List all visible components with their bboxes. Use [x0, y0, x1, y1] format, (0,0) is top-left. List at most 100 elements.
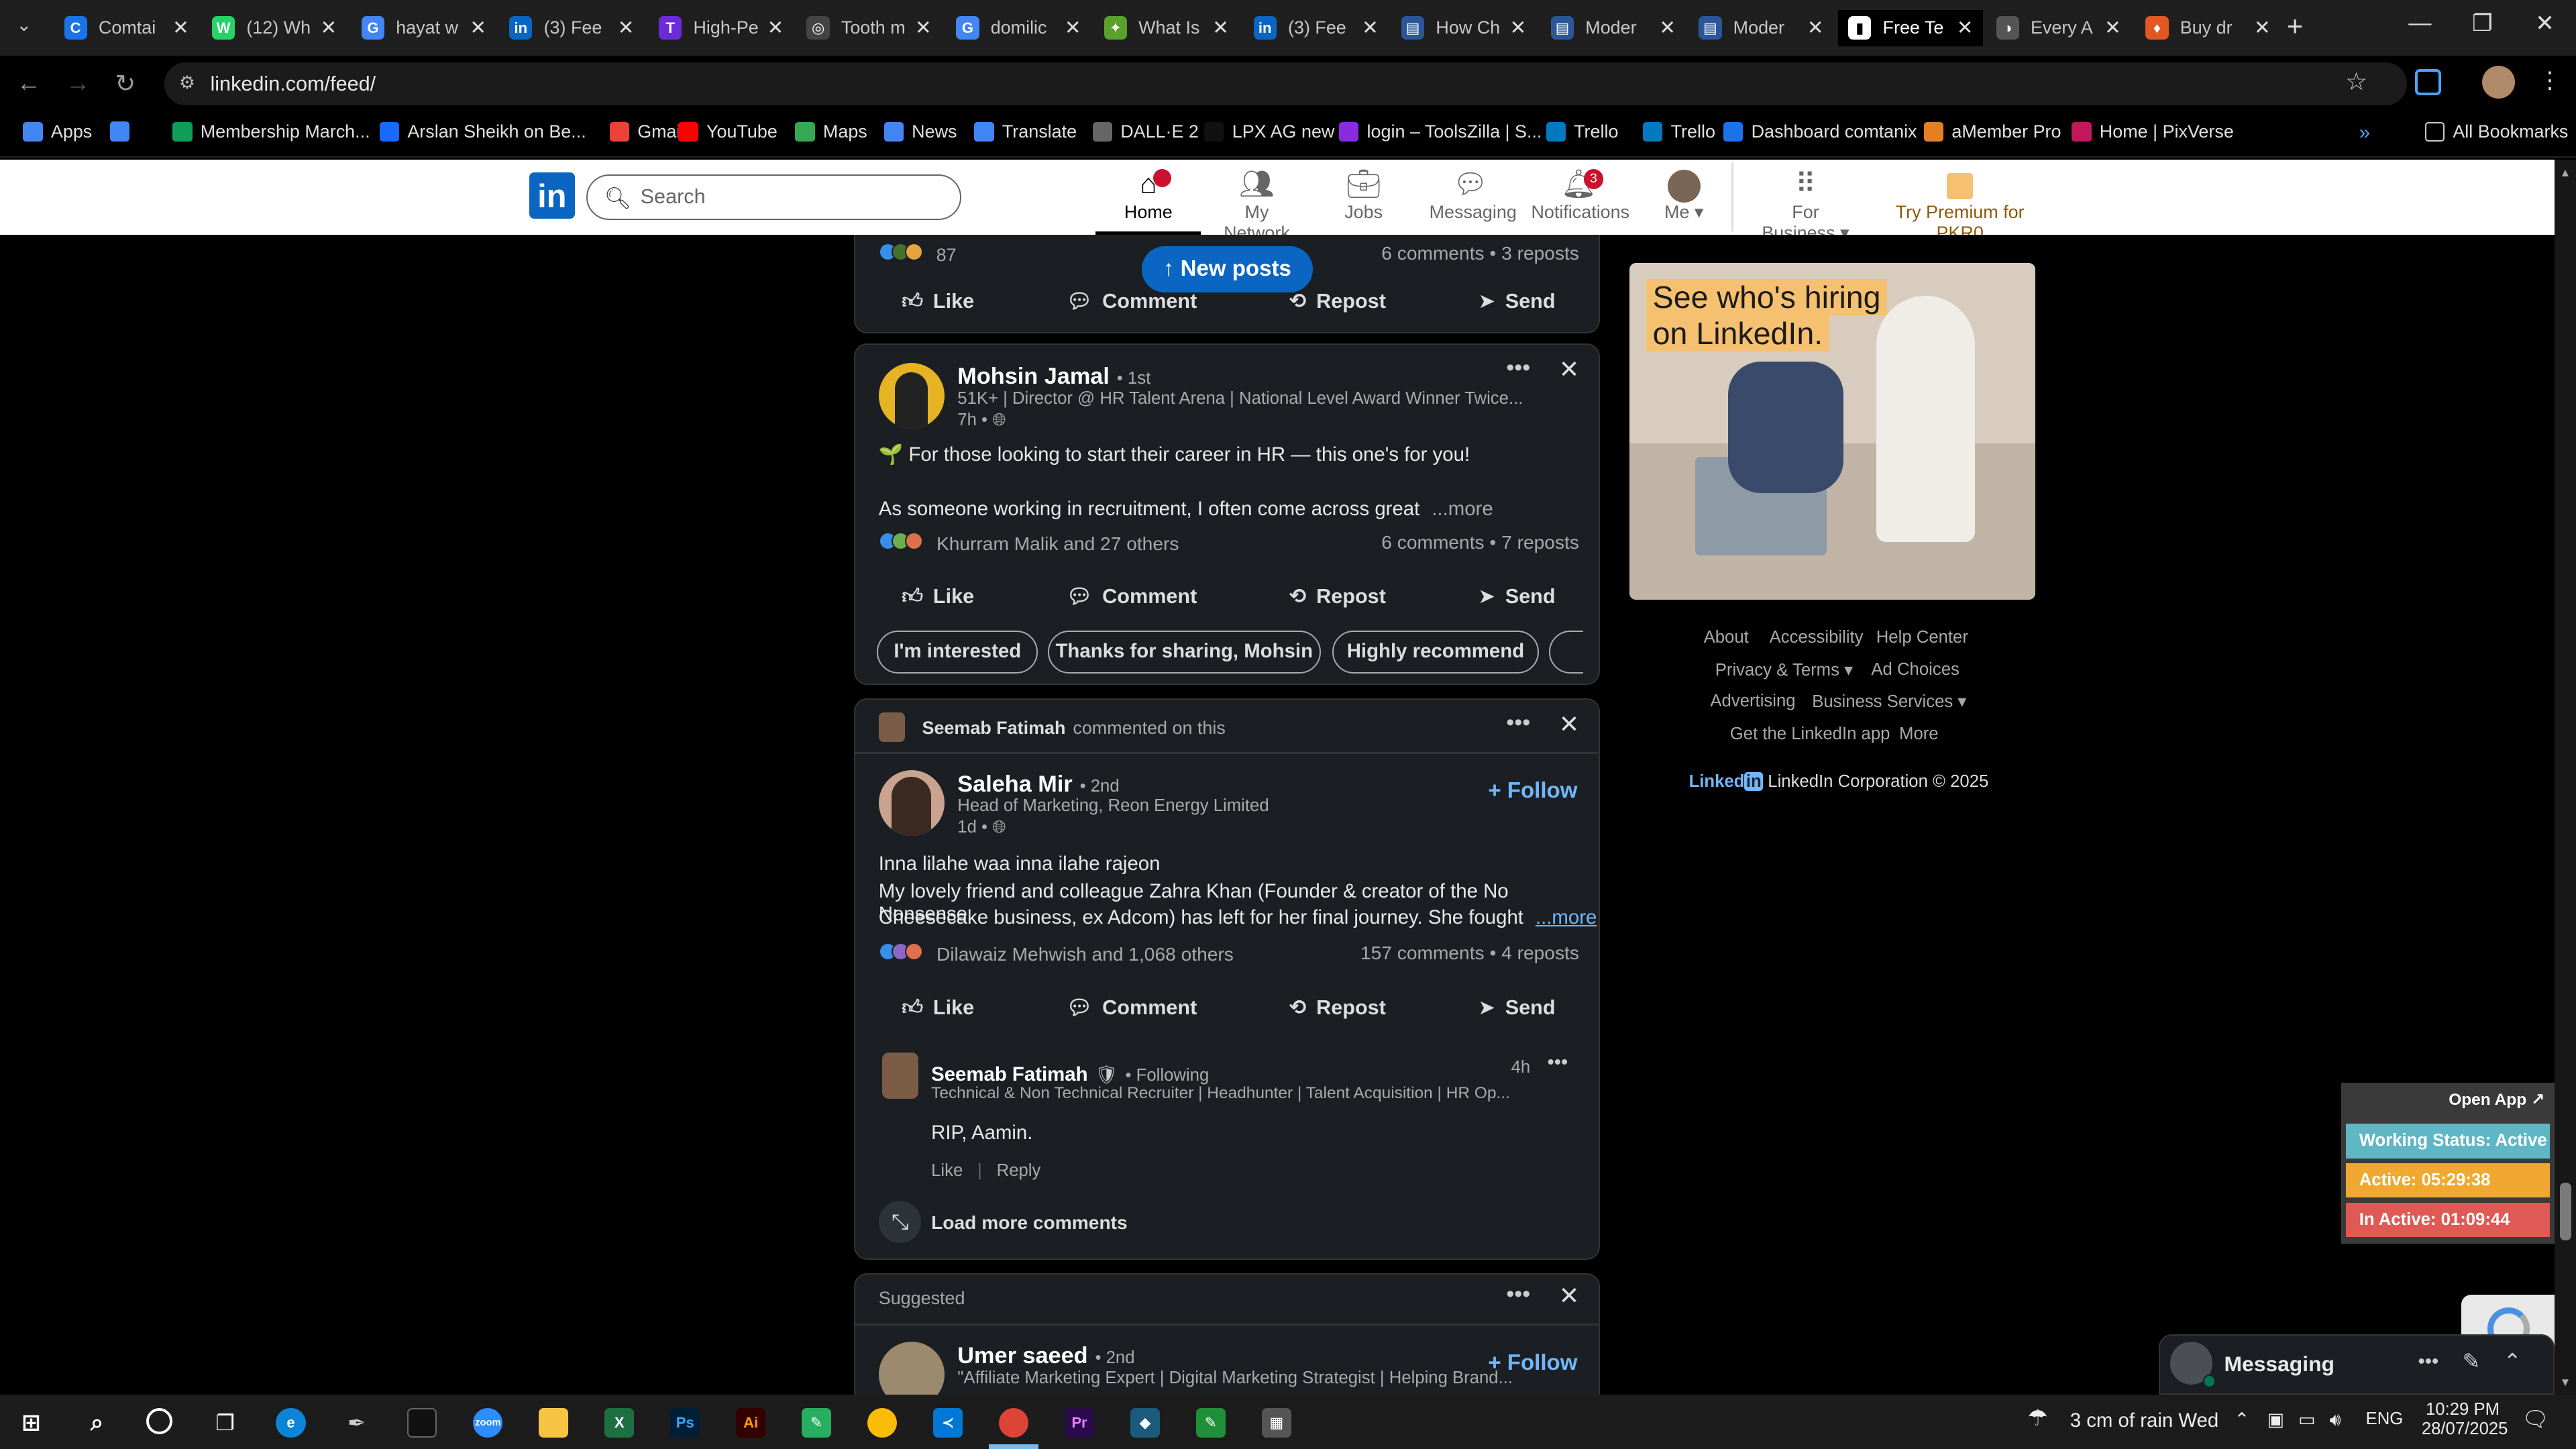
footer-link[interactable]: Get the LinkedIn app	[1730, 724, 1890, 744]
calculator-icon[interactable]: ▦	[1261, 1407, 1291, 1438]
reply-chip[interactable]: Thanks for sharing, Mohsin	[1047, 630, 1321, 674]
bookmark-item[interactable]	[110, 121, 138, 142]
browser-menu-icon[interactable]: ⋮	[2538, 67, 2561, 94]
send-button[interactable]: ➤ Send	[1478, 996, 1555, 1020]
weather-text[interactable]: 3 cm of rain Wed	[2070, 1409, 2219, 1432]
chrome-icon[interactable]	[867, 1407, 898, 1438]
bookmark-item[interactable]: aMember Pro	[1923, 121, 2061, 142]
address-bar[interactable]: ⚙ linkedin.com/feed/ ☆	[164, 62, 2407, 105]
context-name[interactable]: Seemab Fatimah	[922, 718, 1066, 738]
forward-icon[interactable]: →	[66, 69, 91, 97]
reply-chip[interactable]: I'm interested	[877, 630, 1038, 674]
messaging-bar[interactable]: Messaging ••• ✎ ⌃	[2158, 1334, 2555, 1395]
tab-close-icon[interactable]: ✕	[1804, 16, 1827, 40]
edge-icon[interactable]: e	[276, 1407, 306, 1438]
commenter-avatar[interactable]	[881, 1053, 918, 1099]
terminal-icon[interactable]	[407, 1407, 437, 1438]
tab-close-icon[interactable]: ✕	[764, 16, 787, 40]
browser-tab[interactable]: ♦ Buy dr ✕	[2136, 10, 2281, 46]
scrollbar-thumb[interactable]	[2559, 1183, 2571, 1240]
excel-icon[interactable]: X	[604, 1407, 635, 1438]
like-button[interactable]: 👍︎ Like	[902, 996, 974, 1020]
comment-button[interactable]: 💬︎ Comment	[1067, 996, 1197, 1020]
footer-link[interactable]: Accessibility	[1770, 628, 1864, 647]
post-stats[interactable]: 6 comments • 7 reposts	[1381, 532, 1579, 553]
chrome-active-icon[interactable]	[998, 1407, 1029, 1438]
like-button[interactable]: 👍︎ Like	[902, 289, 974, 314]
all-bookmarks[interactable]: All Bookmarks	[2424, 121, 2568, 142]
bookmark-item[interactable]: login – ToolsZilla | S...	[1338, 121, 1542, 142]
chips-next-icon[interactable]: ›	[1548, 630, 1584, 674]
dismiss-post-icon[interactable]: ✕	[1559, 710, 1580, 739]
repost-button[interactable]: ⟲ Repost	[1289, 584, 1386, 609]
browser-tab[interactable]: in (3) Fee ✕	[1244, 10, 1389, 46]
new-posts-button[interactable]: ↑ New posts	[1142, 246, 1313, 292]
like-button[interactable]: 👍︎ Like	[902, 584, 974, 609]
footer-link[interactable]: Ad Choices	[1871, 660, 1959, 680]
page-scrollbar[interactable]: ▲ ▼	[2555, 159, 2576, 1395]
footer-link[interactable]: About	[1704, 628, 1749, 647]
app-icon[interactable]: ◆	[1130, 1407, 1160, 1438]
illustrator-icon[interactable]: Ai	[736, 1407, 766, 1438]
send-button[interactable]: ➤ Send	[1478, 289, 1555, 314]
see-more-link[interactable]: ...more	[1536, 906, 1597, 928]
browser-tab[interactable]: Gdomilic ✕	[947, 10, 1091, 46]
tab-close-icon[interactable]: ✕	[2251, 16, 2273, 40]
bookmark-star-icon[interactable]: ☆	[2345, 67, 2367, 96]
bookmark-item[interactable]: Trello	[1546, 121, 1618, 142]
bookmark-item[interactable]: Trello	[1643, 121, 1715, 142]
browser-tab[interactable]: C Comtai ✕	[54, 10, 199, 46]
browser-tab[interactable]: ◑ Every A ✕	[1986, 10, 2131, 46]
cortana-icon[interactable]	[146, 1407, 173, 1434]
footer-link[interactable]: Privacy & Terms ▾	[1715, 660, 1853, 680]
tab-close-icon[interactable]: ✕	[614, 16, 637, 40]
site-info-icon[interactable]: ⚙	[179, 72, 195, 93]
bookmark-item[interactable]: Arslan Sheikh on Be...	[379, 121, 586, 142]
nav-jobs[interactable]: 💼︎ Jobs	[1340, 166, 1387, 223]
bookmark-item[interactable]: Maps	[795, 121, 867, 142]
windows-start-icon[interactable]: ⊞	[16, 1408, 46, 1438]
repost-button[interactable]: ⟲ Repost	[1289, 996, 1386, 1020]
reactors-text[interactable]: Khurram Malik and 27 others	[936, 533, 1179, 554]
bookmark-item[interactable]: Translate	[974, 121, 1077, 142]
tab-search-icon[interactable]: ⌄	[16, 15, 32, 36]
browser-tab[interactable]: T High-Pe ✕	[649, 10, 794, 46]
compose-icon[interactable]: ✎	[2463, 1348, 2481, 1374]
dismiss-post-icon[interactable]: ✕	[1559, 1281, 1580, 1310]
vscode-icon[interactable]: ≺	[933, 1407, 963, 1438]
browser-tab[interactable]: W (12) Wh ✕	[202, 10, 347, 46]
tab-close-icon[interactable]: ✕	[912, 16, 934, 40]
nav-home[interactable]: ⌂ Home	[1095, 166, 1201, 235]
bookmark-item[interactable]: Apps	[23, 121, 92, 142]
open-app-link[interactable]: Open App ↗	[2449, 1089, 2544, 1110]
browser-tab[interactable]: ▤ How Ch ✕	[1391, 10, 1536, 46]
scroll-down-icon[interactable]: ▼	[2560, 1375, 2571, 1389]
author-avatar[interactable]	[878, 1342, 945, 1395]
see-more-link[interactable]: ...more	[1432, 498, 1493, 520]
hiring-ad[interactable]: See who's hiring on LinkedIn.	[1629, 262, 2036, 600]
bookmark-item[interactable]: News	[883, 121, 957, 142]
more-bookmarks-icon[interactable]: »	[2359, 121, 2370, 144]
tab-close-icon[interactable]: ✕	[169, 16, 192, 40]
follow-button[interactable]: + Follow	[1488, 778, 1577, 804]
load-more-comments[interactable]: Load more comments	[931, 1212, 1128, 1234]
network-icon[interactable]: ▭	[2298, 1409, 2315, 1430]
expand-icon[interactable]: ⤡	[878, 1200, 922, 1244]
nav-me[interactable]: Me ▾	[1659, 166, 1708, 223]
footer-link[interactable]: Business Services ▾	[1812, 692, 1966, 712]
profile-avatar[interactable]	[2482, 65, 2516, 99]
tab-close-icon[interactable]: ✕	[1507, 16, 1529, 40]
nav-my-network[interactable]: 👥︎ My Network	[1209, 166, 1304, 244]
tab-close-icon[interactable]: ✕	[317, 16, 340, 40]
dismiss-post-icon[interactable]: ✕	[1559, 355, 1580, 384]
pen-icon[interactable]: ✒	[341, 1408, 371, 1438]
clock[interactable]: 10:29 PM 28/07/2025	[2422, 1400, 2508, 1439]
post-stats[interactable]: 157 comments • 4 reposts	[1360, 943, 1579, 964]
comment-like-button[interactable]: Like	[931, 1161, 963, 1180]
minimize-icon[interactable]: —	[2396, 10, 2445, 36]
browser-tab[interactable]: ▤ Moder ✕	[1541, 10, 1686, 46]
author-avatar[interactable]	[878, 770, 945, 837]
reactors-text[interactable]: Dilawaiz Mehwish and 1,068 others	[936, 944, 1234, 965]
search-icon[interactable]: ⌕	[82, 1408, 111, 1438]
more-options-icon[interactable]: •••	[1506, 710, 1530, 736]
